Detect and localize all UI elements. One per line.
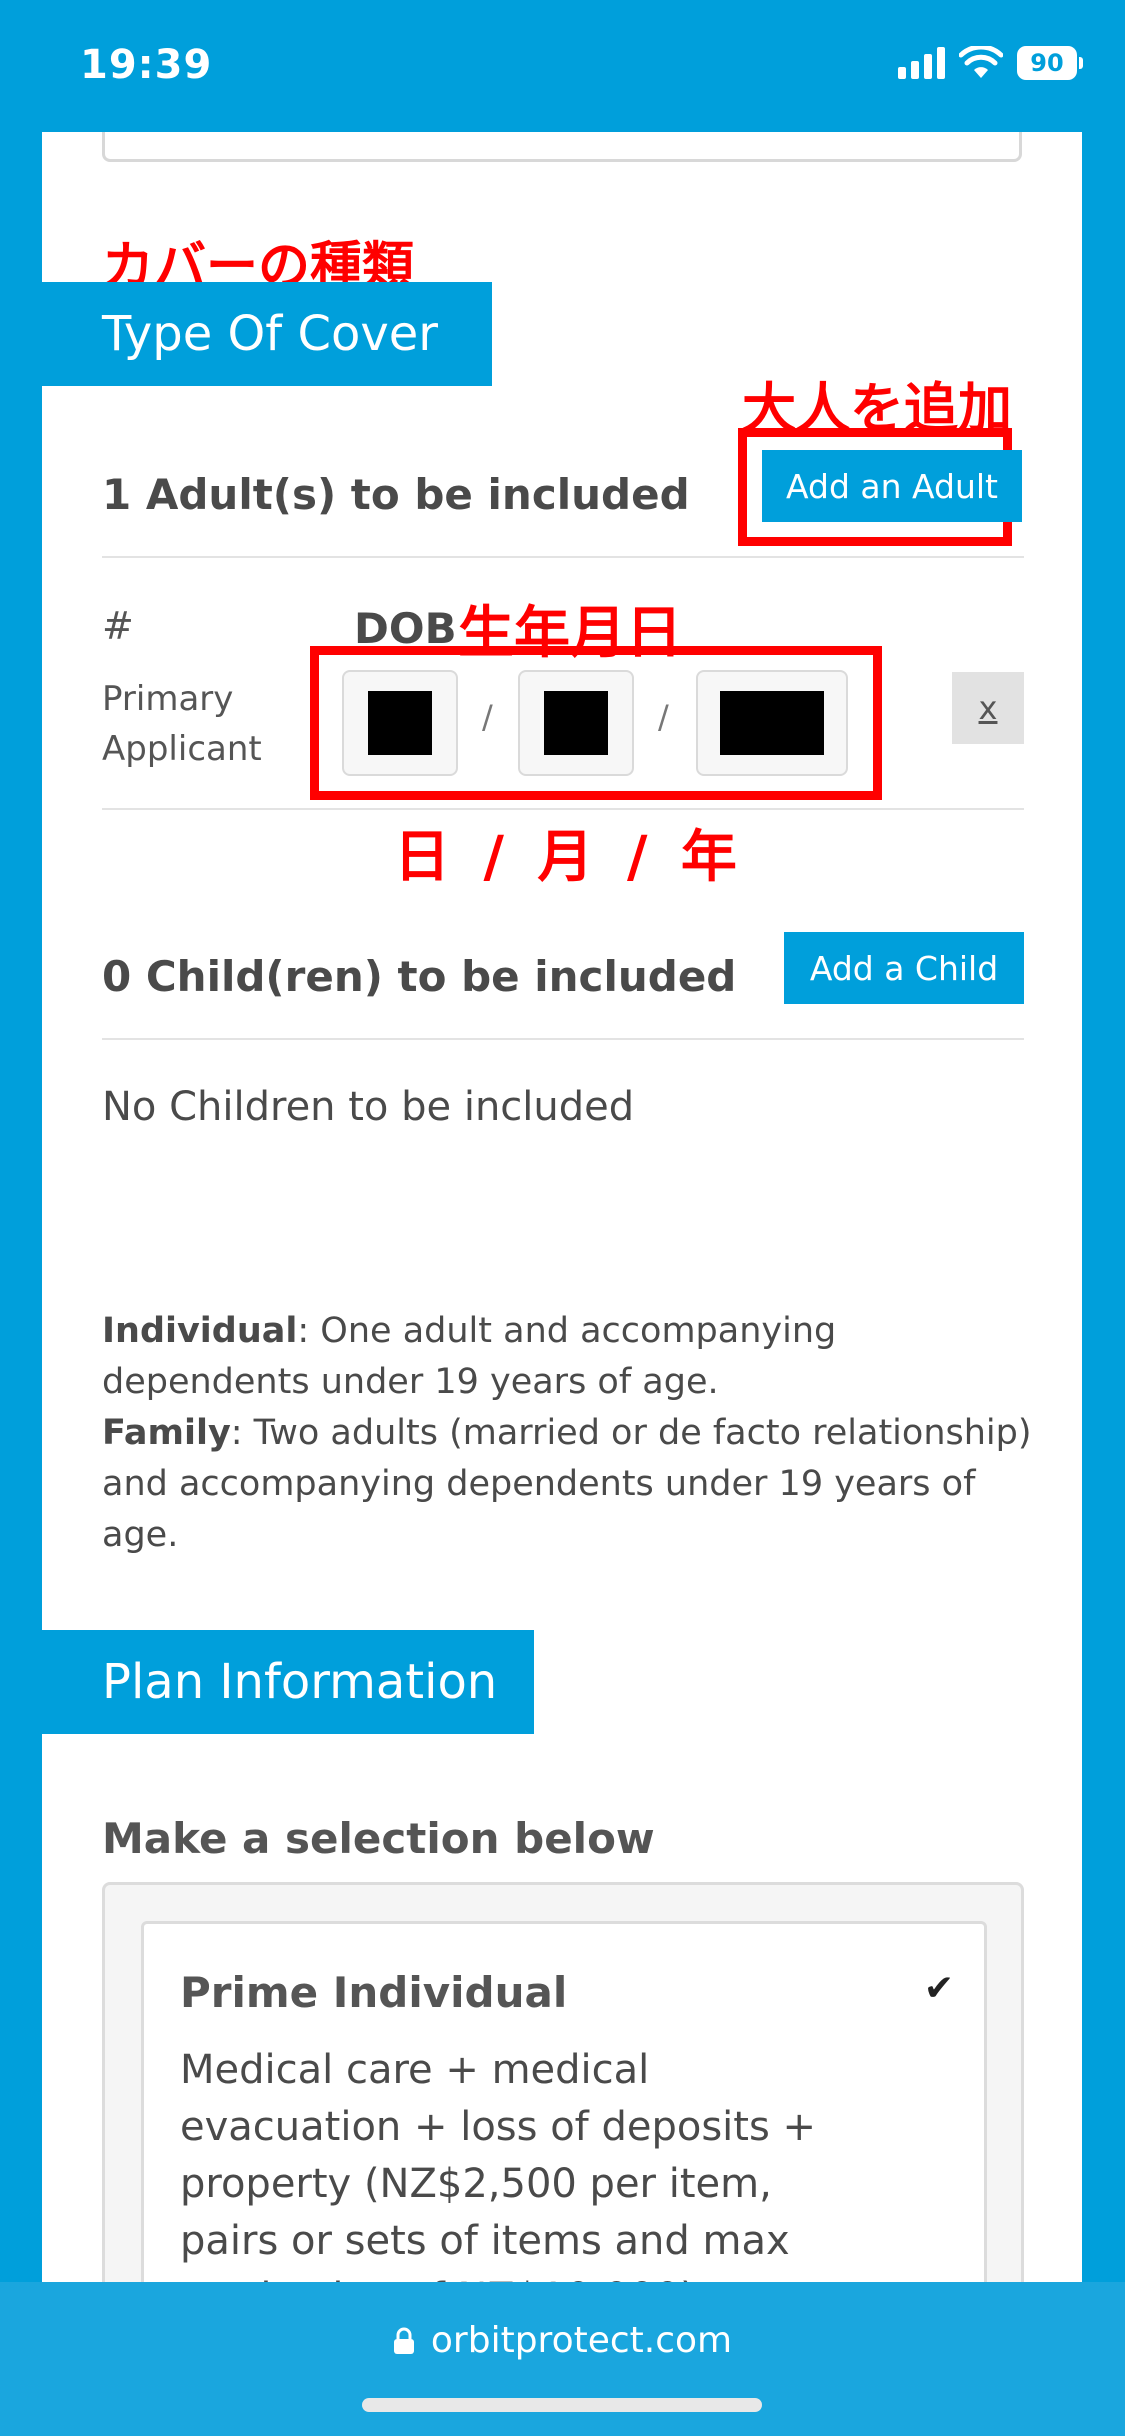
cover-definitions: Individual: One adult and accompanying d… (102, 1306, 1042, 1561)
primary-label-line1: Primary (102, 679, 234, 719)
url-text: orbitprotect.com (430, 2320, 733, 2361)
annotation-day-month-year: 日 / 月 / 年 (394, 825, 737, 890)
remove-applicant-button[interactable]: x (952, 672, 1024, 744)
page-content: カバーの種類 Type Of Cover 大人を追加 Add an Adult … (42, 132, 1082, 2282)
selection-prompt: Make a selection below (102, 1814, 655, 1863)
plan-information-header: Plan Information (42, 1630, 534, 1734)
add-adult-button[interactable]: Add an Adult (762, 450, 1022, 522)
status-icons: 90 (898, 46, 1083, 80)
adults-count-label: 1 Adult(s) to be included (102, 470, 690, 519)
plan-option-description: Medical care + medical evacuation + loss… (180, 2047, 817, 2282)
previous-input-field[interactable] (102, 132, 1022, 162)
individual-term: Individual (102, 1311, 298, 1351)
checkmark-icon: ✔ (923, 1968, 954, 2009)
address-bar[interactable]: orbitprotect.com (0, 2320, 1125, 2361)
redacted-day (368, 691, 432, 755)
plan-options-list: Prime Individual ✔ Medical care + medica… (102, 1882, 1024, 2282)
dob-day-input[interactable] (342, 670, 458, 776)
children-count-label: 0 Child(ren) to be included (102, 952, 737, 1001)
family-term: Family (102, 1413, 231, 1453)
primary-applicant-label: Primary Applicant (102, 674, 262, 774)
dob-separator: / (482, 698, 493, 736)
no-children-text: No Children to be included (102, 1084, 635, 1130)
family-definition: : Two adults (married or de facto relati… (102, 1413, 1032, 1555)
dob-month-input[interactable] (518, 670, 634, 776)
battery-icon: 90 (1017, 46, 1083, 80)
divider (102, 556, 1024, 558)
lock-icon (393, 2327, 414, 2354)
redacted-month (544, 691, 608, 755)
plan-option-name: Prime Individual (180, 1968, 568, 2017)
row-number-header: # (102, 604, 134, 648)
home-indicator[interactable] (362, 2398, 762, 2412)
divider (102, 808, 1024, 810)
add-child-button[interactable]: Add a Child (784, 932, 1024, 1004)
plan-option-prime-individual[interactable]: Prime Individual ✔ Medical care + medica… (141, 1921, 987, 2282)
primary-label-line2: Applicant (102, 729, 262, 769)
status-time: 19:39 (80, 42, 213, 88)
divider (102, 1038, 1024, 1040)
cellular-signal-icon (898, 47, 945, 79)
dob-separator: / (658, 698, 669, 736)
dob-year-input[interactable] (696, 670, 848, 776)
redacted-year (720, 691, 824, 755)
wifi-icon (959, 46, 1003, 78)
battery-level: 90 (1017, 46, 1077, 80)
type-of-cover-header: Type Of Cover (42, 282, 492, 386)
